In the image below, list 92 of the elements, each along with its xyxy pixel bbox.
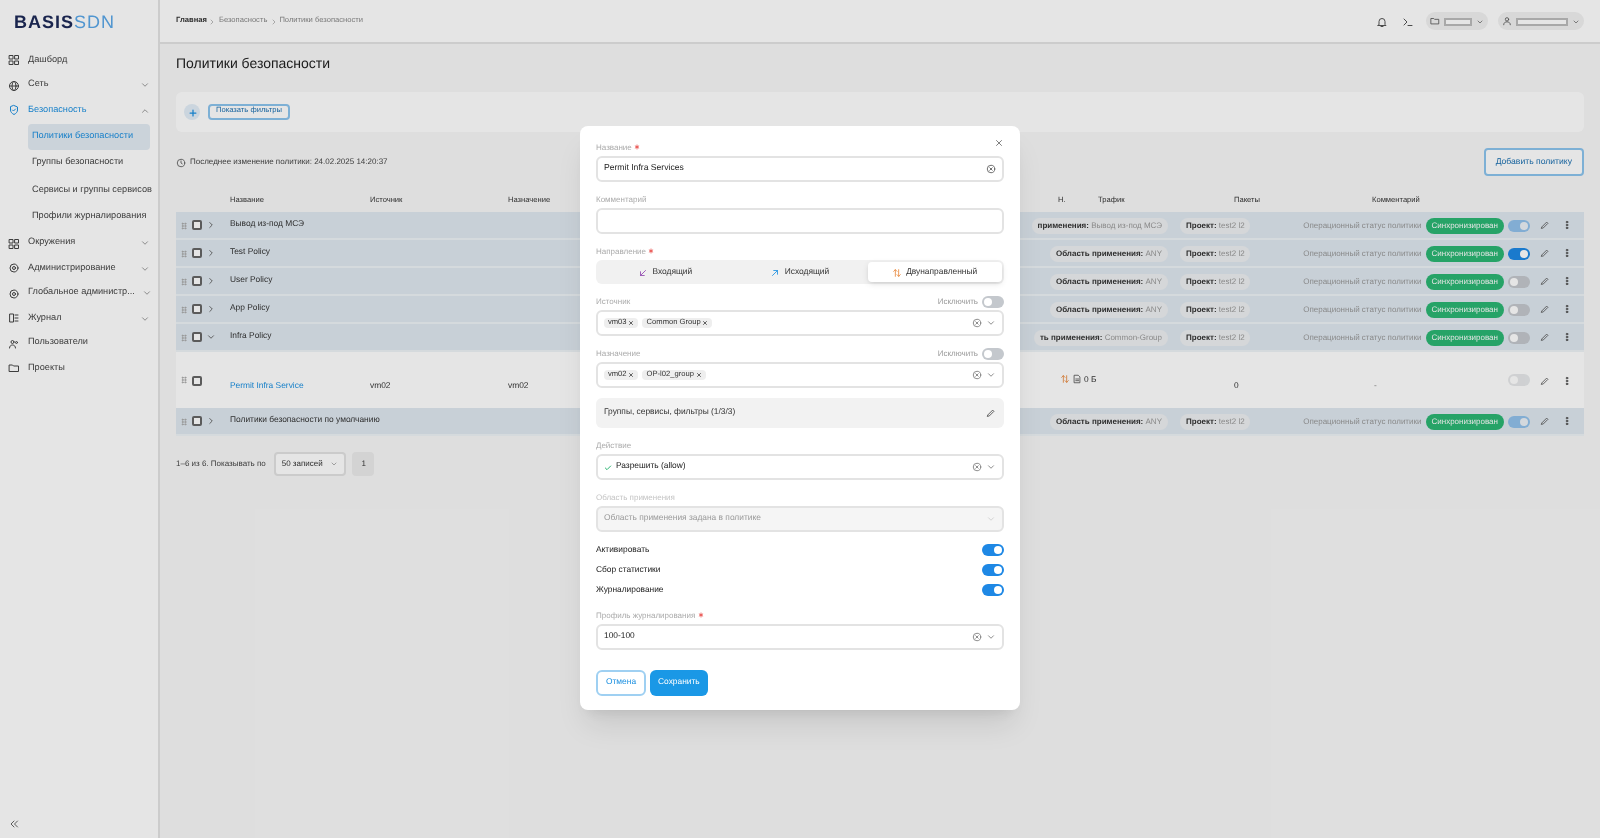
clear-icon bbox=[972, 318, 982, 328]
kebab-icon bbox=[1562, 276, 1572, 286]
toggle-switch[interactable] bbox=[1508, 303, 1530, 315]
clear-icon bbox=[972, 370, 982, 380]
collapse-icon bbox=[8, 817, 20, 829]
bell-icon bbox=[1376, 15, 1388, 27]
terminal-icon bbox=[1402, 15, 1414, 27]
chevron-icon bbox=[140, 263, 150, 274]
toggle-switch[interactable] bbox=[982, 564, 1004, 576]
kebab-icon bbox=[1562, 248, 1572, 258]
edit-button[interactable] bbox=[1540, 247, 1552, 259]
pencil-icon bbox=[1540, 332, 1550, 342]
chip-remove-icon bbox=[628, 372, 635, 378]
sidebar-item-icon bbox=[8, 237, 20, 250]
edit-button[interactable] bbox=[1540, 275, 1552, 287]
sidebar-item-icon bbox=[8, 104, 20, 117]
chevron-icon bbox=[140, 313, 150, 324]
more-button[interactable] bbox=[1562, 303, 1574, 315]
more-button[interactable] bbox=[1562, 247, 1574, 259]
toggle-switch[interactable] bbox=[1508, 331, 1530, 343]
more-button[interactable] bbox=[1562, 275, 1574, 287]
chevron-icon bbox=[140, 105, 150, 116]
more-button[interactable] bbox=[1562, 374, 1574, 386]
row-checkbox[interactable] bbox=[192, 304, 202, 314]
chevron-icon bbox=[986, 462, 996, 472]
terminal-button[interactable] bbox=[1400, 13, 1416, 29]
chip-remove-icon bbox=[695, 372, 702, 378]
edit-button[interactable] bbox=[1540, 303, 1552, 315]
sidebar-item-icon bbox=[8, 312, 20, 325]
edit-button[interactable] bbox=[1540, 415, 1552, 427]
document-icon bbox=[1072, 374, 1082, 385]
chevron-icon bbox=[986, 318, 996, 328]
chevron-icon bbox=[986, 514, 996, 524]
chevron-icon bbox=[140, 238, 150, 249]
plus-icon bbox=[187, 107, 197, 117]
user-icon bbox=[1502, 16, 1512, 26]
toggle-switch[interactable] bbox=[982, 584, 1004, 596]
pencil-icon bbox=[1540, 220, 1550, 230]
sidebar-item-icon bbox=[8, 337, 20, 350]
more-button[interactable] bbox=[1562, 331, 1574, 343]
more-button[interactable] bbox=[1562, 415, 1574, 427]
sidebar-item-icon bbox=[8, 54, 20, 67]
clear-icon bbox=[972, 632, 982, 642]
close-icon bbox=[994, 137, 1004, 147]
direction-icon bbox=[770, 267, 781, 277]
edit-button[interactable] bbox=[1540, 374, 1552, 386]
chevron-icon bbox=[986, 632, 996, 642]
chip-remove-icon bbox=[702, 320, 709, 326]
clear-icon bbox=[986, 164, 996, 174]
logo: BASISSDN bbox=[12, 10, 118, 37]
row-checkbox[interactable] bbox=[192, 276, 202, 286]
clear-icon bbox=[972, 462, 982, 472]
toggle-switch[interactable] bbox=[982, 347, 1004, 359]
toggle-switch[interactable] bbox=[982, 544, 1004, 556]
chip-remove-icon bbox=[628, 320, 635, 326]
chevron-icon bbox=[142, 288, 153, 299]
toggle-switch[interactable] bbox=[1508, 247, 1530, 259]
chevron-icon bbox=[986, 370, 996, 380]
pencil-icon bbox=[1540, 248, 1550, 258]
clock-icon bbox=[176, 157, 186, 167]
comment-input[interactable] bbox=[596, 208, 1004, 234]
kebab-icon bbox=[1562, 416, 1572, 426]
kebab-icon bbox=[1562, 220, 1572, 230]
add-filter-button[interactable] bbox=[184, 104, 200, 120]
collapse-button[interactable] bbox=[8, 816, 22, 830]
direction-icon bbox=[638, 267, 649, 277]
toggle-switch[interactable] bbox=[982, 295, 1004, 307]
kebab-icon bbox=[1562, 375, 1572, 385]
pencil-icon bbox=[1540, 416, 1550, 426]
project-dropdown[interactable] bbox=[1426, 12, 1488, 30]
row-checkbox[interactable] bbox=[192, 248, 202, 258]
pencil-icon bbox=[986, 408, 996, 418]
close-button[interactable] bbox=[994, 136, 1006, 148]
chevron-icon bbox=[140, 80, 150, 91]
bidirectional-icon bbox=[1060, 374, 1070, 385]
kebab-icon bbox=[1562, 332, 1572, 342]
edit-button[interactable] bbox=[1540, 331, 1552, 343]
row-checkbox[interactable] bbox=[192, 332, 202, 342]
sidebar-item-icon bbox=[8, 79, 20, 92]
direction-icon bbox=[892, 267, 903, 277]
check-icon bbox=[604, 463, 612, 471]
user-dropdown[interactable] bbox=[1498, 12, 1584, 30]
sidebar-item-icon bbox=[8, 362, 20, 375]
toggle-switch[interactable] bbox=[1508, 275, 1530, 287]
more-button[interactable] bbox=[1562, 219, 1574, 231]
folder-icon bbox=[1430, 16, 1440, 26]
notifications-button[interactable] bbox=[1374, 13, 1390, 29]
kebab-icon bbox=[1562, 304, 1572, 314]
pencil-icon bbox=[1540, 276, 1550, 286]
pencil-icon bbox=[1540, 304, 1550, 314]
edit-button[interactable] bbox=[1540, 219, 1552, 231]
pencil-icon bbox=[1540, 375, 1550, 385]
